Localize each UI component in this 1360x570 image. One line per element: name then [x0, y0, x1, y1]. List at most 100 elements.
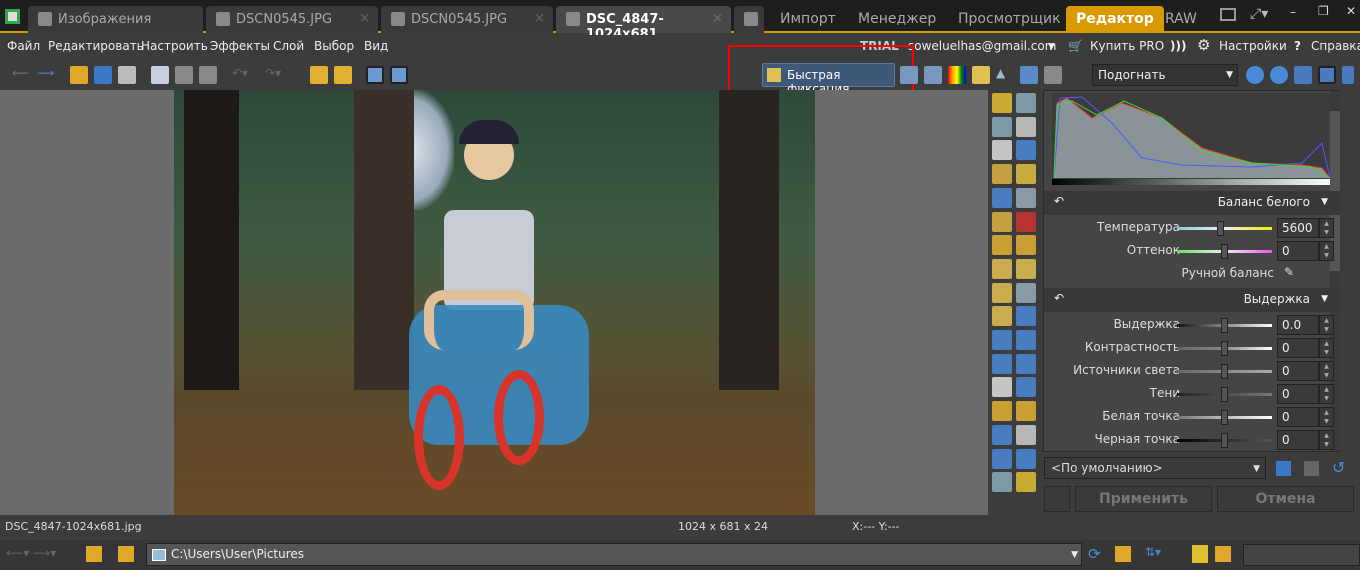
exposure-input[interactable]: 0	[1277, 430, 1319, 450]
repair-brush-icon[interactable]	[1016, 258, 1036, 279]
preset-select[interactable]: <По умолчанию> ▼	[1044, 457, 1266, 479]
straighten-icon[interactable]	[992, 164, 1012, 185]
temperature-slider[interactable]	[1177, 221, 1272, 236]
minimize-button[interactable]: –	[1290, 5, 1296, 19]
brush-icon[interactable]	[992, 282, 1012, 303]
open-folder-icon[interactable]	[70, 66, 88, 84]
menu-select[interactable]: Выбор	[314, 39, 354, 53]
exposure-spinner[interactable]: ▲ ▼	[1319, 407, 1334, 427]
resize-icon[interactable]	[992, 187, 1012, 208]
temperature-spinner[interactable]: ▲ ▼	[1319, 218, 1334, 238]
color-icon[interactable]	[948, 66, 966, 84]
light-icon[interactable]	[1016, 472, 1036, 493]
fullscreen-icon[interactable]: ⤢▾	[1250, 6, 1268, 22]
paste-icon[interactable]	[175, 66, 193, 84]
forward-icon[interactable]: ⟶	[37, 66, 55, 84]
temperature-input[interactable]: 5600	[1277, 218, 1319, 238]
account-email[interactable]: soweluelhas@gmail.com	[908, 39, 1056, 53]
hand-icon[interactable]	[992, 140, 1012, 161]
eyedropper-icon[interactable]: ✎	[1284, 265, 1294, 279]
back-icon[interactable]: ⟵▾ ⟶▾	[6, 546, 56, 560]
mode-raw[interactable]: RAW	[1165, 6, 1197, 33]
search-input[interactable]	[1243, 544, 1360, 566]
exposure-input[interactable]: 0	[1277, 407, 1319, 427]
preview-button[interactable]	[1044, 486, 1070, 512]
redo-icon[interactable]: ↷▾	[265, 66, 283, 84]
buy-pro-link[interactable]: Купить PRO	[1090, 39, 1164, 53]
mode-viewer[interactable]: Просмотрщик	[958, 6, 1061, 33]
zoom-select[interactable]: Подогнать ▼	[1092, 64, 1238, 86]
exposure-input[interactable]: 0	[1277, 361, 1319, 381]
symbol-icon[interactable]	[992, 424, 1012, 445]
clone-icon[interactable]	[992, 235, 1012, 256]
mode-import[interactable]: Импорт	[780, 6, 836, 33]
copy-icon[interactable]	[151, 66, 169, 84]
apply-button[interactable]: Применить	[1075, 486, 1212, 512]
print-icon[interactable]	[1016, 93, 1036, 113]
zoom-in-icon[interactable]	[1246, 66, 1264, 84]
refresh-icon[interactable]: ⟳	[1088, 545, 1101, 563]
magic-wand-icon[interactable]	[992, 377, 1012, 398]
reset-icon[interactable]: ↶	[1054, 194, 1064, 208]
close-tab-icon[interactable]: ×	[712, 11, 723, 26]
exposure-spinner[interactable]: ▲ ▼	[1319, 384, 1334, 404]
perspective-icon[interactable]	[1016, 164, 1036, 185]
zoom-icon[interactable]	[1016, 116, 1036, 137]
exposure-slider[interactable]	[1177, 433, 1272, 448]
folder-icon[interactable]	[1215, 546, 1231, 562]
exposure-slider[interactable]	[1177, 410, 1272, 425]
cancel-button[interactable]: Отмена	[1217, 486, 1354, 512]
paste-icon[interactable]	[992, 401, 1012, 422]
levels-icon[interactable]	[900, 66, 918, 84]
levels-icon[interactable]	[992, 116, 1012, 137]
chevron-down-icon[interactable]: ▼	[1048, 42, 1055, 52]
save-preset-icon[interactable]	[1276, 461, 1291, 476]
delete-preset-icon[interactable]	[1304, 461, 1319, 476]
tint-slider[interactable]	[1177, 244, 1272, 259]
exposure-input[interactable]: 0	[1277, 338, 1319, 358]
restore-button[interactable]: ❐	[1318, 4, 1329, 18]
exposure-header[interactable]: ↶ Выдержка ▼	[1044, 288, 1340, 312]
menu-layer[interactable]: Слой	[273, 39, 304, 53]
magnetic-lasso-icon[interactable]	[1016, 353, 1036, 374]
new-tab-button[interactable]	[734, 6, 764, 33]
print-icon[interactable]	[118, 66, 136, 84]
tint-input[interactable]: 0	[1277, 241, 1319, 261]
mode-manager[interactable]: Менеджер	[858, 6, 936, 33]
paste-new-icon[interactable]	[199, 66, 217, 84]
fit-icon[interactable]	[1318, 66, 1336, 84]
menu-file[interactable]: Файл	[7, 39, 40, 53]
exposure-spinner[interactable]: ▲ ▼	[1319, 315, 1334, 335]
exposure-slider[interactable]	[1177, 364, 1272, 379]
exposure-input[interactable]: 0.0	[1277, 315, 1319, 335]
exposure-spinner[interactable]: ▲ ▼	[1319, 430, 1334, 450]
settings-link[interactable]: Настройки	[1219, 39, 1287, 53]
help-link[interactable]: Справка	[1311, 39, 1360, 53]
tab-file[interactable]: DSCN0545.JPG ×	[381, 6, 553, 33]
reset-icon[interactable]: ↶	[1054, 291, 1064, 305]
tab-images[interactable]: Изображения	[28, 6, 203, 33]
noise-icon[interactable]	[1016, 187, 1036, 208]
save-icon[interactable]	[94, 66, 112, 84]
close-tab-icon[interactable]: ×	[359, 11, 370, 26]
favorite-folder-icon[interactable]	[1115, 546, 1131, 562]
light-icon[interactable]	[972, 66, 990, 84]
healing-icon[interactable]	[1016, 235, 1036, 256]
menu-edit[interactable]: Редактировать	[48, 39, 144, 53]
exposure-slider[interactable]	[1177, 341, 1272, 356]
auto-fix-icon[interactable]	[992, 93, 1012, 113]
fill-icon[interactable]	[1016, 282, 1036, 303]
raw-jpg-icon[interactable]	[1192, 545, 1208, 563]
exposure-input[interactable]: 0	[1277, 384, 1319, 404]
ellipse-select-icon[interactable]	[992, 330, 1012, 350]
back-icon[interactable]: ⟵	[12, 66, 30, 84]
undo-icon[interactable]: ↶▾	[232, 66, 250, 84]
zoom-out-icon[interactable]	[1270, 66, 1288, 84]
fit-height-icon[interactable]	[1342, 66, 1354, 84]
sharpen-icon[interactable]: ▲	[996, 66, 1014, 84]
straighten-icon[interactable]	[1020, 66, 1038, 84]
exposure-slider[interactable]	[1177, 318, 1272, 333]
undo-icon[interactable]: ↺	[1332, 458, 1345, 477]
rotate-left-icon[interactable]	[310, 66, 328, 84]
gradient-tool-icon[interactable]	[992, 472, 1012, 493]
